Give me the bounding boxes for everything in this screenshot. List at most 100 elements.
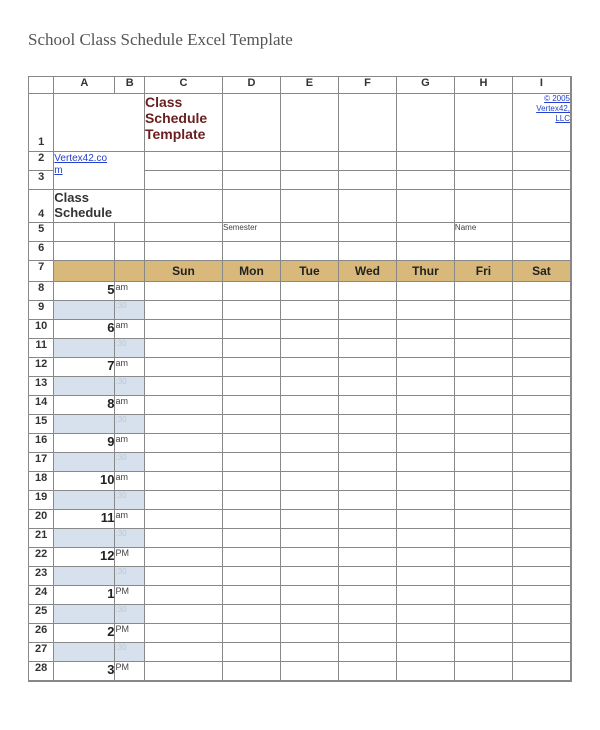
schedule-cell[interactable]: [512, 510, 570, 529]
schedule-cell[interactable]: [144, 453, 222, 472]
cell-semester-label[interactable]: Semester: [222, 223, 280, 242]
time-ampm-cell[interactable]: :30: [115, 491, 145, 510]
cell[interactable]: [396, 242, 454, 261]
schedule-cell[interactable]: [280, 643, 338, 662]
schedule-cell[interactable]: [454, 567, 512, 586]
schedule-cell[interactable]: [222, 472, 280, 491]
cell[interactable]: [512, 171, 570, 190]
schedule-cell[interactable]: [222, 643, 280, 662]
cell[interactable]: [280, 94, 338, 152]
schedule-cell[interactable]: [338, 510, 396, 529]
schedule-cell[interactable]: [144, 643, 222, 662]
schedule-cell[interactable]: [454, 624, 512, 643]
cell[interactable]: [222, 190, 280, 223]
time-ampm-cell[interactable]: am: [115, 320, 145, 339]
time-hour-cell[interactable]: [54, 529, 115, 548]
schedule-cell[interactable]: [454, 529, 512, 548]
schedule-cell[interactable]: [280, 605, 338, 624]
schedule-cell[interactable]: [338, 282, 396, 301]
schedule-cell[interactable]: [338, 434, 396, 453]
schedule-cell[interactable]: [512, 358, 570, 377]
schedule-cell[interactable]: [454, 491, 512, 510]
schedule-cell[interactable]: [338, 567, 396, 586]
schedule-cell[interactable]: [338, 320, 396, 339]
row-header-20[interactable]: 20: [29, 510, 54, 529]
schedule-cell[interactable]: [144, 605, 222, 624]
schedule-cell[interactable]: [222, 662, 280, 681]
schedule-cell[interactable]: [454, 415, 512, 434]
cell[interactable]: [280, 190, 338, 223]
day-sat[interactable]: Sat: [512, 261, 570, 282]
time-hour-cell[interactable]: 1: [54, 586, 115, 605]
schedule-cell[interactable]: [222, 586, 280, 605]
cell[interactable]: [338, 190, 396, 223]
schedule-cell[interactable]: [338, 529, 396, 548]
schedule-cell[interactable]: [280, 472, 338, 491]
cell[interactable]: [54, 242, 115, 261]
schedule-cell[interactable]: [454, 434, 512, 453]
copyright-link[interactable]: © 2005 Vertex42, LLC: [536, 94, 570, 123]
cell[interactable]: [115, 223, 145, 242]
schedule-cell[interactable]: [512, 548, 570, 567]
schedule-cell[interactable]: [454, 377, 512, 396]
row-header-3[interactable]: 3: [29, 171, 54, 190]
cell[interactable]: [454, 171, 512, 190]
schedule-cell[interactable]: [222, 491, 280, 510]
schedule-cell[interactable]: [512, 662, 570, 681]
time-ampm-cell[interactable]: :30: [115, 643, 145, 662]
time-hour-cell[interactable]: [54, 301, 115, 320]
row-header-9[interactable]: 9: [29, 301, 54, 320]
day-tue[interactable]: Tue: [280, 261, 338, 282]
time-ampm-cell[interactable]: am: [115, 396, 145, 415]
schedule-cell[interactable]: [396, 301, 454, 320]
schedule-cell[interactable]: [454, 472, 512, 491]
cell[interactable]: [222, 171, 280, 190]
cell[interactable]: [144, 171, 222, 190]
schedule-cell[interactable]: [144, 282, 222, 301]
row-header-18[interactable]: 18: [29, 472, 54, 491]
schedule-cell[interactable]: [222, 415, 280, 434]
schedule-cell[interactable]: [280, 301, 338, 320]
cell[interactable]: [115, 242, 145, 261]
row-header-4[interactable]: 4: [29, 190, 54, 223]
schedule-cell[interactable]: [512, 643, 570, 662]
schedule-cell[interactable]: [454, 282, 512, 301]
col-header-H[interactable]: H: [454, 77, 512, 94]
schedule-cell[interactable]: [144, 529, 222, 548]
col-header-I[interactable]: I: [512, 77, 570, 94]
schedule-cell[interactable]: [338, 358, 396, 377]
time-hour-cell[interactable]: 5: [54, 282, 115, 301]
time-ampm-cell[interactable]: :30: [115, 339, 145, 358]
col-header-B[interactable]: B: [115, 77, 145, 94]
time-ampm-cell[interactable]: PM: [115, 624, 145, 643]
time-ampm-cell[interactable]: :30: [115, 605, 145, 624]
schedule-cell[interactable]: [144, 301, 222, 320]
schedule-cell[interactable]: [144, 434, 222, 453]
schedule-cell[interactable]: [396, 339, 454, 358]
schedule-cell[interactable]: [338, 453, 396, 472]
schedule-cell[interactable]: [396, 453, 454, 472]
schedule-cell[interactable]: [512, 339, 570, 358]
cell[interactable]: [454, 94, 512, 152]
schedule-cell[interactable]: [338, 301, 396, 320]
schedule-cell[interactable]: [222, 396, 280, 415]
schedule-cell[interactable]: [512, 605, 570, 624]
cell[interactable]: [54, 261, 115, 282]
time-hour-cell[interactable]: 7: [54, 358, 115, 377]
time-hour-cell[interactable]: [54, 339, 115, 358]
time-hour-cell[interactable]: [54, 567, 115, 586]
cell[interactable]: [338, 152, 396, 171]
cell[interactable]: [454, 152, 512, 171]
schedule-cell[interactable]: [396, 567, 454, 586]
schedule-cell[interactable]: [512, 586, 570, 605]
row-header-5[interactable]: 5: [29, 223, 54, 242]
cell[interactable]: [512, 242, 570, 261]
schedule-cell[interactable]: [144, 510, 222, 529]
cell[interactable]: [280, 152, 338, 171]
schedule-cell[interactable]: [280, 320, 338, 339]
time-ampm-cell[interactable]: :30: [115, 529, 145, 548]
schedule-cell[interactable]: [222, 567, 280, 586]
schedule-cell[interactable]: [144, 472, 222, 491]
time-hour-cell[interactable]: [54, 415, 115, 434]
schedule-cell[interactable]: [280, 358, 338, 377]
